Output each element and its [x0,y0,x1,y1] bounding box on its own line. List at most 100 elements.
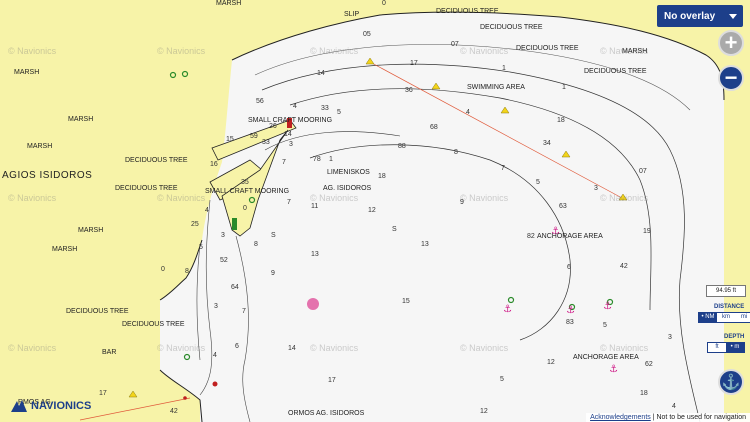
label-deciduous-tree: DECIDUOUS TREE [122,321,185,328]
depth-sounding: 14 [317,70,325,77]
depth-sounding: 11 [311,203,319,210]
depth-sounding: 12 [368,207,376,214]
depth-sounding: 5 [337,109,341,116]
label-agios-isidoros: AGIOS ISIDOROS [2,170,93,181]
depth-sounding: 52 [220,257,228,264]
depth-sounding: 7 [242,308,246,315]
depth-sounding: 13 [311,251,319,258]
depth-sounding: 17 [410,60,418,67]
watermark: © Navionics [157,46,206,56]
depth-sounding: 8 [185,268,189,275]
depth-sounding: 7 [282,159,286,166]
depth-sounding: 5 [500,376,504,383]
svg-text:⚓: ⚓ [609,364,618,375]
acknowledgements-link[interactable]: Acknowledgements [590,414,651,421]
distance-unit-toggle[interactable]: • NM km mi [698,312,750,323]
scale-indicator: 94.95 ft [706,285,746,297]
depth-sounding: 7 [501,165,505,172]
depth-sounding: 0 [243,205,247,212]
depth-sounding: 19 [643,228,651,235]
label-small-craft-mooring: SMALL CRAFT MOORING [248,117,333,124]
depth-sounding: 9 [271,270,275,277]
label-marsh: MARSH [68,116,94,123]
depth-sounding: 59 [250,133,258,140]
depth-sounding: 78 [313,156,321,163]
depth-sounding: 9 [460,199,464,206]
watermark: © Navionics [600,343,649,353]
depth-sounding: 8 [254,241,258,248]
anchor-icon[interactable]: ⚓ [718,369,744,395]
depth-sounding: 33 [321,105,329,112]
depth-sounding: 5 [603,322,607,329]
label-small-craft-mooring: SMALL CRAFT MOORING [205,188,290,195]
depth-sounding: 4 [205,207,209,214]
label-deciduous-tree: DECIDUOUS TREE [436,8,499,15]
depth-sounding: 05 [363,31,371,38]
depth-sounding: 83 [566,319,574,326]
label-limeniskos: LIMENISKOS [327,169,370,176]
watermark: © Navionics [310,46,359,56]
unit-m[interactable]: • m [726,343,744,352]
label-deciduous-tree: DECIDUOUS TREE [66,308,129,315]
depth-sounding: 3 [594,185,598,192]
distance-unit-label: DISTANCE [714,304,745,310]
label-deciduous-tree: DECIDUOUS TREE [584,68,647,75]
depth-sounding: 64 [231,284,239,291]
depth-sounding: 4 [672,403,676,410]
watermark: © Navionics [157,343,206,353]
svg-text:⚓: ⚓ [503,304,512,315]
label-deciduous-tree: DECIDUOUS TREE [125,157,188,164]
watermark: © Navionics [460,193,509,203]
depth-sounding: 1 [329,156,333,163]
svg-text:⚓: ⚓ [566,305,575,316]
label-ormos: ORMOS AG. ISIDOROS [288,410,365,417]
depth-sounding: 13 [421,241,429,248]
depth-sounding: 1 [562,84,566,91]
depth-sounding: 17 [99,390,107,397]
label-swimming-area: SWIMMING AREA [467,84,525,91]
depth-sounding: 15 [226,136,234,143]
label-marsh: MARSH [622,48,648,55]
unit-km[interactable]: km [717,313,735,322]
label-anchorage-area: ANCHORAGE AREA [537,233,603,240]
unit-mi[interactable]: mi [735,313,750,322]
overlay-select[interactable]: No overlay [657,5,743,27]
depth-sounding: 88 [398,143,406,150]
depth-sounding: 17 [328,377,336,384]
depth-sounding: 82 [527,233,535,240]
zoom-in-button[interactable]: + [718,30,744,56]
depth-sounding: 42 [620,263,628,270]
depth-sounding: 68 [430,124,438,131]
depth-sounding: 3 [668,334,672,341]
unit-nm[interactable]: • NM [699,313,717,322]
label-deciduous-tree: DECIDUOUS TREE [480,24,543,31]
depth-unit-label: DEPTH [724,334,745,340]
depth-sounding: 14 [284,131,292,138]
depth-sounding: 36 [405,87,413,94]
minus-icon: − [724,65,738,90]
zoom-out-button[interactable]: − [718,65,744,91]
depth-sounding: 7 [287,199,291,206]
depth-sounding: 18 [378,173,386,180]
watermark: © Navionics [8,193,57,203]
watermark: © Navionics [310,193,359,203]
depth-sounding: 62 [645,361,653,368]
depth-sounding: 07 [639,168,647,175]
depth-unit-toggle[interactable]: ft • m [707,342,745,353]
depth-sounding: 26 [269,123,277,130]
disclaimer-text: | Not to be used for navigation [652,414,746,421]
depth-sounding: 3 [289,141,293,148]
depth-sounding: S [271,232,276,239]
depth-sounding: 0 [161,266,165,273]
unit-ft[interactable]: ft [708,343,726,352]
depth-sounding: 3 [221,232,225,239]
depth-sounding: 5 [199,244,203,251]
depth-sounding: 4 [466,109,470,116]
logo-text: NAVIONICS [31,400,92,412]
depth-sounding: 14 [288,345,296,352]
logo-icon [11,400,27,412]
depth-sounding: 8 [454,149,458,156]
depth-sounding: 18 [640,390,648,397]
label-deciduous-tree: DECIDUOUS TREE [516,45,579,52]
label-marsh: MARSH [27,143,53,150]
